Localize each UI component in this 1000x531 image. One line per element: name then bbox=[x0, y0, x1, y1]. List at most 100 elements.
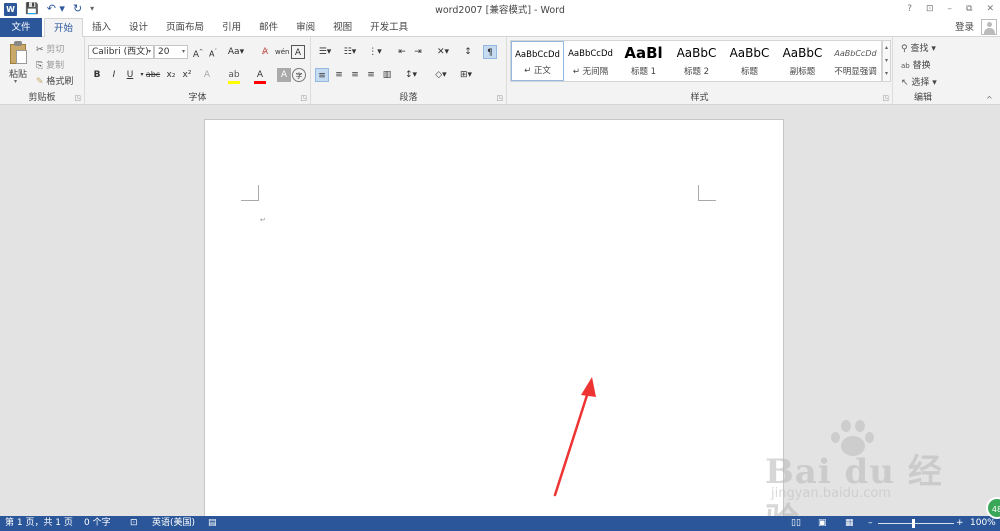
clipboard-group: 粘贴 ▾ ✂ 剪切 ⎘ 复制 ✎ 格式刷 剪贴板 ◳ bbox=[0, 37, 85, 105]
binoculars-icon: ⚲ bbox=[901, 44, 908, 54]
sign-in-link[interactable]: 登录 bbox=[955, 18, 974, 37]
align-left-button[interactable]: ≡ bbox=[315, 68, 329, 82]
tab-layout[interactable]: 页面布局 bbox=[157, 18, 213, 37]
style-title[interactable]: AaBbC 标题 bbox=[723, 41, 776, 81]
zoom-slider-thumb[interactable] bbox=[912, 519, 915, 528]
style-normal[interactable]: AaBbCcDd ↵ 正文 bbox=[511, 41, 564, 81]
font-size-dropdown[interactable]: 20 ▾ bbox=[154, 45, 188, 59]
avatar[interactable] bbox=[981, 19, 997, 35]
phonetic-guide-icon[interactable]: wén bbox=[275, 45, 289, 59]
distributed-button[interactable]: ▥ bbox=[380, 68, 394, 82]
grow-font-button[interactable]: A^ bbox=[191, 45, 205, 60]
clipboard-launcher-icon[interactable]: ◳ bbox=[74, 94, 81, 102]
font-launcher-icon[interactable]: ◳ bbox=[300, 94, 307, 102]
align-right-button[interactable]: ≡ bbox=[348, 68, 362, 82]
paragraph-mark: ↵ bbox=[260, 216, 266, 224]
tab-developer[interactable]: 开发工具 bbox=[361, 18, 417, 37]
replace-button[interactable]: ab 替换 bbox=[901, 58, 931, 72]
increase-indent-icon[interactable]: ⇥ bbox=[411, 45, 425, 59]
justify-button[interactable]: ≡ bbox=[364, 68, 378, 82]
tab-references[interactable]: 引用 bbox=[213, 18, 250, 37]
copy-button[interactable]: ⎘ 复制 bbox=[36, 58, 64, 72]
select-button[interactable]: ↖ 选择 ▾ bbox=[901, 75, 937, 89]
style-heading-2[interactable]: AaBbC 标题 2 bbox=[670, 41, 723, 81]
multilevel-list-icon[interactable]: ⋮▾ bbox=[365, 45, 385, 59]
restore-button[interactable]: ⧉ bbox=[966, 1, 972, 17]
show-marks-icon[interactable]: ¶ bbox=[483, 45, 497, 59]
find-button[interactable]: ⚲ 查找 ▾ bbox=[901, 41, 936, 55]
shading-icon[interactable]: ◇▾ bbox=[431, 68, 451, 82]
numbering-icon[interactable]: ☷▾ bbox=[340, 45, 360, 59]
sort-icon[interactable]: ↕ bbox=[461, 45, 475, 59]
tab-view[interactable]: 视图 bbox=[324, 18, 361, 37]
highlight-color-swatch bbox=[228, 81, 240, 84]
minimize-button[interactable]: – bbox=[948, 1, 953, 17]
bold-button[interactable]: B bbox=[90, 68, 104, 82]
zoom-slider[interactable] bbox=[878, 523, 954, 524]
highlight-icon[interactable]: ab bbox=[227, 68, 241, 82]
asian-layout-icon[interactable]: ✕▾ bbox=[433, 45, 453, 59]
page-count[interactable]: 第 1 页，共 1 页 bbox=[5, 516, 73, 531]
enclose-characters-icon[interactable]: 字 bbox=[292, 68, 306, 82]
decrease-indent-icon[interactable]: ⇤ bbox=[395, 45, 409, 59]
styles-label: 样式 bbox=[690, 93, 709, 103]
zoom-out-button[interactable]: – bbox=[868, 516, 873, 531]
replace-icon: ab bbox=[901, 62, 910, 70]
line-spacing-icon[interactable]: ↕▾ bbox=[401, 68, 421, 82]
italic-button[interactable]: I bbox=[107, 68, 121, 82]
font-label: 字体 bbox=[188, 93, 207, 103]
paragraph-launcher-icon[interactable]: ◳ bbox=[496, 94, 503, 102]
tab-review[interactable]: 审阅 bbox=[287, 18, 324, 37]
editing-label: 编辑 bbox=[913, 93, 932, 103]
styles-gallery: AaBbCcDd ↵ 正文 AaBbCcDd ↵ 无间隔 AaBl 标题 1 A… bbox=[510, 40, 882, 82]
tab-insert[interactable]: 插入 bbox=[83, 18, 120, 37]
tab-mailings[interactable]: 邮件 bbox=[250, 18, 287, 37]
font-name-dropdown[interactable]: Calibri (西文) ▾ bbox=[88, 45, 154, 59]
print-layout-icon[interactable]: ▣ bbox=[818, 516, 827, 531]
tab-file[interactable]: 文件 bbox=[0, 18, 42, 37]
font-color-icon[interactable]: A bbox=[253, 68, 267, 82]
copy-icon: ⎘ bbox=[36, 61, 44, 71]
style-subtitle[interactable]: AaBbC 副标题 bbox=[776, 41, 829, 81]
styles-gallery-scroll[interactable]: ▴ ▾ ▾ bbox=[882, 40, 891, 82]
read-mode-icon[interactable]: ▯▯ bbox=[791, 516, 801, 531]
close-button[interactable]: ✕ bbox=[986, 1, 994, 17]
shrink-font-button[interactable]: Aˇ bbox=[206, 45, 220, 59]
help-button[interactable]: ? bbox=[907, 1, 912, 17]
clear-formatting-icon[interactable]: A̷ bbox=[258, 45, 272, 59]
paste-dropdown-icon[interactable]: ▾ bbox=[14, 78, 17, 85]
window-controls: ? ⊡ – ⧉ ✕ bbox=[907, 1, 994, 17]
strikethrough-button[interactable]: abc bbox=[145, 68, 161, 82]
macro-recording-icon[interactable]: ▤ bbox=[208, 516, 217, 531]
character-shading-icon[interactable]: A bbox=[277, 68, 291, 82]
bullets-icon[interactable]: ☰▾ bbox=[315, 45, 335, 59]
paste-button[interactable]: 粘贴 bbox=[9, 67, 27, 80]
ribbon-tabs: 文件 开始 插入 设计 页面布局 引用 邮件 审阅 视图 开发工具 登录 bbox=[0, 18, 1000, 38]
document-page[interactable]: ↵ bbox=[204, 119, 784, 519]
format-painter-button[interactable]: ✎ 格式刷 bbox=[36, 74, 73, 88]
zoom-level[interactable]: 100% bbox=[970, 516, 996, 531]
borders-icon[interactable]: ⊞▾ bbox=[456, 68, 476, 82]
style-no-spacing[interactable]: AaBbCcDd ↵ 无间隔 bbox=[564, 41, 617, 81]
language-indicator[interactable]: 英语(美国) bbox=[152, 516, 195, 531]
tab-design[interactable]: 设计 bbox=[120, 18, 157, 37]
web-layout-icon[interactable]: ▦ bbox=[845, 516, 854, 531]
cut-button[interactable]: ✂ 剪切 bbox=[36, 42, 64, 56]
paste-icon[interactable] bbox=[8, 41, 28, 65]
text-effects-icon[interactable]: A bbox=[200, 68, 214, 82]
character-border-icon[interactable]: A bbox=[291, 45, 305, 59]
align-center-button[interactable]: ≡ bbox=[332, 68, 346, 82]
proofing-icon[interactable]: ⊡ bbox=[130, 516, 138, 531]
change-case-button[interactable]: Aa▾ bbox=[225, 45, 247, 59]
collapse-ribbon-icon[interactable]: ^ bbox=[986, 95, 993, 104]
zoom-in-button[interactable]: + bbox=[956, 516, 964, 531]
style-subtle-emphasis[interactable]: AaBbCcDd 不明显强调 bbox=[829, 41, 882, 81]
style-heading-1[interactable]: AaBl 标题 1 bbox=[617, 41, 670, 81]
tab-home[interactable]: 开始 bbox=[44, 18, 84, 38]
superscript-button[interactable]: x² bbox=[180, 68, 194, 82]
subscript-button[interactable]: x₂ bbox=[164, 68, 178, 82]
word-count[interactable]: 0 个字 bbox=[84, 516, 111, 531]
scissors-icon: ✂ bbox=[36, 45, 44, 55]
styles-launcher-icon[interactable]: ◳ bbox=[882, 94, 889, 102]
ribbon-display-button[interactable]: ⊡ bbox=[926, 1, 934, 17]
